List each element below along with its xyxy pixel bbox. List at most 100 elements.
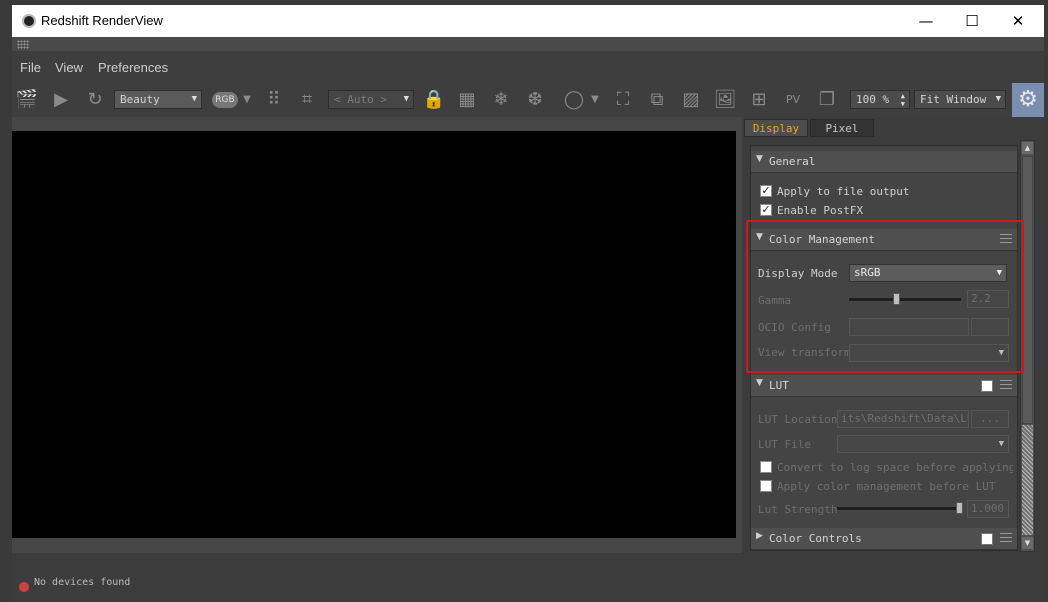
gear-icon[interactable]: ⚙ [1012,83,1044,117]
renderview-window: Redshift RenderView — ☐ ✕ File View Pref… [12,5,1044,602]
channel-button[interactable]: RGB [212,88,238,112]
section-color-management-header[interactable]: ▼ Color Management [751,229,1017,251]
lut-location-label: LUT Location [758,413,838,426]
scroll-thumb[interactable] [1022,156,1033,424]
lut-strength-label: Lut Strength [758,503,838,516]
render-viewport[interactable] [12,131,736,538]
close-button[interactable]: ✕ [995,5,1041,37]
section-color-management-label: Color Management [769,233,875,246]
channel-dropdown-icon[interactable]: ▼ [240,88,254,112]
panel-scrollbar[interactable]: ▲ ▼ [1020,140,1035,552]
play-icon[interactable]: ▶ [48,88,74,112]
section-lut-label: LUT [769,379,789,392]
crop-icon[interactable]: ⌗ [294,88,320,112]
apply-cm-checkbox[interactable] [760,480,772,492]
collapse-triangle-icon: ▶ [756,531,763,541]
section-menu-icon[interactable] [1000,380,1012,391]
chevron-down-icon: ▼ [191,94,197,104]
chevron-down-icon: ▼ [998,439,1004,449]
ocio-browse-button[interactable] [971,318,1009,336]
spin-arrows-icon: ▲ ▼ [900,92,905,108]
chevron-down-icon: ▼ [998,348,1004,358]
grip-dots-icon [17,40,29,49]
lut-strength-slider-handle[interactable] [956,502,963,514]
section-color-controls-label: Color Controls [769,532,862,545]
window-title: Redshift RenderView [41,13,163,28]
fit-select[interactable]: Fit Window ▼ [914,90,1006,109]
status-error-icon [19,582,29,592]
lut-file-label: LUT File [758,438,811,451]
enable-postfx-label: Enable PostFX [777,204,864,217]
section-general-header[interactable]: ▼ General [751,151,1017,173]
lut-strength-input[interactable]: 1.000 [967,500,1009,518]
view-transform-label: View transform [758,346,851,359]
menu-view[interactable]: View [55,60,83,75]
camera-select[interactable]: < Auto > ▼ [328,90,414,109]
region-icon[interactable]: ⧉ [644,88,670,112]
snowflake-icon[interactable]: ❄ [488,88,514,112]
title-bar: Redshift RenderView — ☐ ✕ [12,5,1044,37]
chevron-down-icon: ▼ [995,94,1001,104]
grid-dots-icon[interactable]: ⠿ [262,88,286,112]
circle-dropdown-icon[interactable]: ▼ [588,88,602,112]
zoom-input[interactable]: 100 % ▲ ▼ [850,90,910,109]
section-color-controls-header[interactable]: ▶ Color Controls [751,528,1017,550]
menu-preferences[interactable]: Preferences [98,60,168,75]
hatch-icon[interactable]: ▨ [678,88,704,112]
section-lut-header[interactable]: ▼ LUT [751,375,1017,397]
maximize-button[interactable]: ☐ [949,5,995,37]
clapper-icon[interactable]: 🎬 [14,88,40,112]
apply-file-output-label: Apply to file output [777,185,910,198]
minimize-button[interactable]: — [903,5,949,37]
lut-location-input[interactable]: its\Redshift\Data\LUT [837,410,969,428]
settings-panel: Display Pixel ▼ General ✓ Apply to file … [742,117,1044,553]
expand-triangle-icon: ▼ [756,154,763,164]
gamma-slider-track[interactable] [849,298,961,301]
section-menu-icon[interactable] [1000,234,1012,245]
display-mode-select[interactable]: sRGB ▼ [849,264,1007,282]
scroll-down-icon[interactable]: ▼ [1022,537,1033,549]
camera-select-value: < Auto > [334,93,387,106]
scroll-hatch [1022,425,1033,535]
fit-select-value: Fit Window [920,93,987,106]
display-mode-value: sRGB [854,266,881,279]
channel-label: RGB [212,92,238,108]
status-text: No devices found [34,577,131,588]
refresh-icon[interactable]: ↻ [82,88,108,112]
tab-pixel[interactable]: Pixel [810,119,874,137]
color-controls-enable-checkbox[interactable] [981,533,993,545]
lut-browse-button[interactable]: ... [971,410,1009,428]
enable-postfx-checkbox[interactable]: ✓ [760,204,772,216]
chevron-down-icon: ▼ [403,94,409,104]
circle-icon[interactable]: ◯ [562,88,586,112]
settings-scroll-area: ▼ General ✓ Apply to file output ✓ Enabl… [750,145,1018,551]
lut-strength-slider-track[interactable] [837,507,963,510]
menu-file[interactable]: File [20,60,41,75]
gamma-label: Gamma [758,294,792,307]
scroll-up-icon[interactable]: ▲ [1022,142,1033,154]
chevron-down-icon: ▼ [996,268,1002,278]
focus-icon[interactable]: ⛶ [610,88,636,112]
log-space-checkbox[interactable] [760,461,772,473]
tiles-icon[interactable]: ▦ [454,88,480,112]
status-bar: No devices found [12,565,1044,602]
apply-file-output-checkbox[interactable]: ✓ [760,185,772,197]
lock-icon[interactable]: 🔒 [422,88,446,112]
tab-display[interactable]: Display [744,119,808,137]
image-icon[interactable]: 🖼 [712,88,738,112]
ocio-config-input[interactable] [849,318,969,336]
lut-file-select[interactable]: ▼ [837,435,1009,453]
copy-icon[interactable]: ❐ [814,88,840,112]
pv-icon[interactable]: PV [780,88,806,112]
snowflake-alt-icon[interactable]: ❆ [522,88,548,112]
toolbar-grip[interactable] [12,37,1044,51]
section-menu-icon[interactable] [1000,533,1012,544]
gamma-slider-handle[interactable] [893,293,901,305]
lut-enable-checkbox[interactable] [981,380,993,392]
add-snapshot-icon[interactable]: ⊞ [746,88,772,112]
gamma-input[interactable]: 2.2 [967,290,1009,308]
aov-select[interactable]: Beauty ▼ [114,90,202,109]
ocio-config-label: OCIO Config [758,321,831,334]
log-space-label: Convert to log space before applying LUT [777,461,1013,474]
view-transform-select[interactable]: ▼ [849,344,1009,362]
